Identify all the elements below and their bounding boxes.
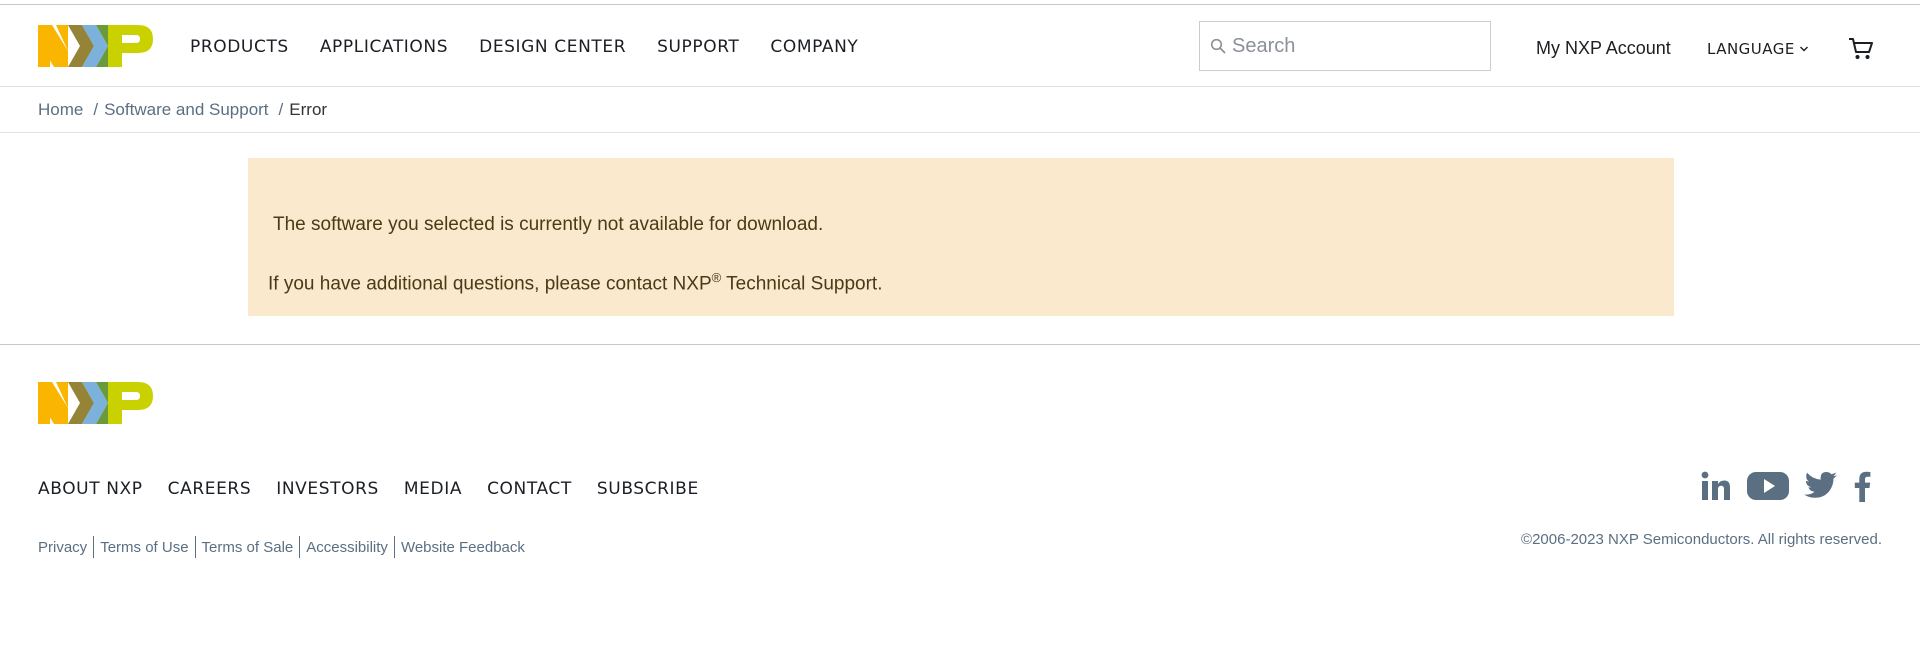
language-selector[interactable]: LANGUAGE [1707, 40, 1809, 58]
footer-investors[interactable]: INVESTORS [276, 479, 379, 499]
legal-separator [299, 536, 301, 558]
footer-careers[interactable]: CAREERS [168, 479, 252, 499]
search-box [1199, 21, 1491, 71]
privacy-link[interactable]: Privacy [38, 539, 87, 556]
registered-mark: ® [711, 270, 722, 285]
nav-support[interactable]: SUPPORT [657, 37, 739, 57]
facebook-icon[interactable] [1852, 470, 1872, 507]
twitter-icon[interactable] [1804, 471, 1838, 506]
search-icon[interactable] [1210, 38, 1226, 54]
my-account-link[interactable]: My NXP Account [1536, 38, 1671, 59]
site-header: PRODUCTS APPLICATIONS DESIGN CENTER SUPP… [0, 5, 1920, 87]
breadcrumb-separator: / [278, 100, 284, 119]
copyright-text: ©2006-2023 NXP Semiconductors. All right… [1521, 531, 1882, 548]
footer-about-nxp[interactable]: ABOUT NXP [38, 479, 143, 499]
language-label: LANGUAGE [1707, 40, 1795, 58]
breadcrumb: Home / Software and Support / Error [0, 88, 1920, 133]
footer-nav: ABOUT NXP CAREERS INVESTORS MEDIA CONTAC… [38, 479, 724, 499]
breadcrumb-home[interactable]: Home [38, 100, 83, 120]
breadcrumb-current: Error [289, 100, 328, 119]
contact-message: If you have additional questions, please… [268, 270, 882, 295]
breadcrumb-separator: / [93, 100, 99, 119]
chevron-down-icon [1799, 46, 1808, 52]
breadcrumb-software-support[interactable]: Software and Support [104, 100, 268, 120]
nav-company[interactable]: COMPANY [770, 37, 858, 57]
terms-of-use-link[interactable]: Terms of Use [100, 539, 188, 556]
contact-prefix: If you have additional questions, please… [268, 273, 712, 295]
footer-media[interactable]: MEDIA [404, 479, 462, 499]
terms-of-sale-link[interactable]: Terms of Sale [202, 539, 294, 556]
website-feedback-link[interactable]: Website Feedback [401, 539, 525, 556]
contact-suffix: Technical Support. [721, 273, 883, 295]
legal-separator [393, 536, 395, 558]
nav-applications[interactable]: APPLICATIONS [320, 37, 448, 57]
main-nav: PRODUCTS APPLICATIONS DESIGN CENTER SUPP… [190, 37, 889, 57]
social-links [1700, 470, 1872, 507]
legal-separator [194, 536, 196, 558]
error-alert: The software you selected is currently n… [248, 158, 1674, 316]
footer-subscribe[interactable]: SUBSCRIBE [597, 479, 699, 499]
nxp-logo[interactable] [38, 25, 153, 67]
cart-icon[interactable] [1848, 37, 1874, 61]
legal-links: Privacy Terms of Use Terms of Sale Acces… [38, 536, 525, 558]
youtube-icon[interactable] [1746, 470, 1790, 507]
nav-products[interactable]: PRODUCTS [190, 37, 289, 57]
search-input[interactable] [1232, 34, 1482, 58]
footer-divider [0, 344, 1920, 345]
linkedin-icon[interactable] [1700, 470, 1732, 507]
footer-contact[interactable]: CONTACT [487, 479, 572, 499]
nav-design-center[interactable]: DESIGN CENTER [479, 37, 626, 57]
error-message: The software you selected is currently n… [273, 214, 824, 235]
accessibility-link[interactable]: Accessibility [306, 539, 388, 556]
legal-separator [93, 536, 95, 558]
footer-nxp-logo[interactable] [38, 382, 153, 424]
